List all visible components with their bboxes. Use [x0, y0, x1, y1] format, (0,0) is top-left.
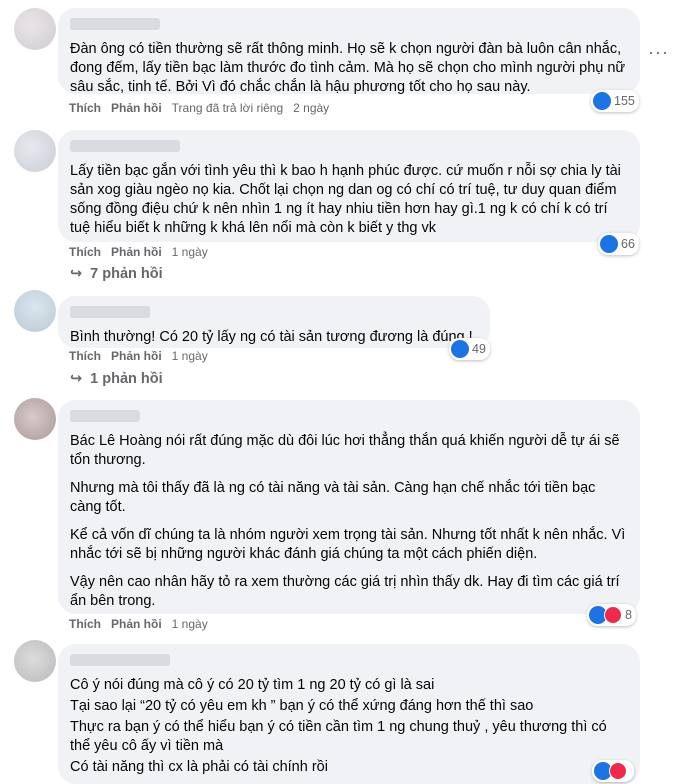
- avatar[interactable]: [14, 640, 56, 682]
- reaction-summary[interactable]: 66: [598, 233, 639, 255]
- like-button[interactable]: Thích: [69, 245, 101, 259]
- comment-actions: Thích Phản hồi Trang đã trả lời riêng 2 …: [69, 101, 329, 115]
- reaction-count: 8: [625, 608, 632, 622]
- avatar[interactable]: [14, 8, 56, 50]
- heart-icon: [604, 606, 622, 624]
- comment-text: Bác Lê Hoàng nói rất đúng mặc dù đôi lúc…: [70, 433, 620, 468]
- commenter-name[interactable]: [70, 410, 140, 422]
- private-reply-note: Trang đã trả lời riêng: [171, 101, 284, 115]
- like-button[interactable]: Thích: [69, 349, 101, 363]
- reply-button[interactable]: Phản hồi: [111, 245, 162, 259]
- timestamp[interactable]: 1 ngày: [172, 617, 208, 631]
- reaction-count: 66: [621, 237, 635, 251]
- comment-text: Bình thường! Có 20 tỷ lấy ng có tài sản …: [70, 329, 473, 345]
- like-icon: [600, 235, 618, 253]
- timestamp[interactable]: 1 ngày: [172, 245, 208, 259]
- comment-text: Kể cả vốn dĩ chúng ta là nhóm người xem …: [70, 527, 626, 562]
- comment-text: Đàn ông có tiền thường sẽ rất thông minh…: [70, 41, 626, 95]
- comment-text: Thực ra bạn ý có thể hiểu bạn ý có tiền …: [70, 719, 607, 754]
- comment-bubble: Cô ý nói đúng mà cô ý có 20 tỷ tìm 1 ng …: [58, 644, 640, 784]
- comment-text: Tại sao lại “20 tỷ có yêu em kh ” bạn ý …: [70, 698, 534, 714]
- more-options-icon[interactable]: ···: [648, 42, 668, 62]
- commenter-name[interactable]: [70, 654, 170, 666]
- comment-bubble: Đàn ông có tiền thường sẽ rất thông minh…: [58, 8, 640, 95]
- reply-button[interactable]: Phản hồi: [111, 617, 162, 631]
- heart-icon: [609, 762, 627, 780]
- reply-arrow-icon: ↪: [70, 371, 83, 387]
- reaction-summary[interactable]: [592, 760, 634, 782]
- view-replies-link[interactable]: ↪ 7 phản hồi: [70, 266, 163, 282]
- replies-count-label: 1 phản hồi: [90, 371, 163, 387]
- commenter-name[interactable]: [70, 306, 150, 318]
- view-replies-link[interactable]: ↪ 1 phản hồi: [70, 371, 163, 387]
- avatar[interactable]: [14, 290, 56, 332]
- reaction-summary[interactable]: 155: [591, 90, 639, 112]
- comment-bubble: Lấy tiền bạc gắn với tình yêu thì k bao …: [58, 130, 640, 242]
- reaction-count: 49: [472, 342, 486, 356]
- commenter-name[interactable]: [70, 18, 160, 30]
- like-icon: [593, 92, 611, 110]
- reaction-count: 155: [614, 94, 635, 108]
- comment-actions: Thích Phản hồi 1 ngày: [69, 617, 208, 631]
- replies-count-label: 7 phản hồi: [90, 266, 163, 282]
- like-button[interactable]: Thích: [69, 101, 101, 115]
- reaction-summary[interactable]: 8: [587, 604, 636, 626]
- reply-button[interactable]: Phản hồi: [111, 101, 162, 115]
- comment-actions: Thích Phản hồi 1 ngày: [69, 245, 208, 259]
- comment-bubble: Bác Lê Hoàng nói rất đúng mặc dù đôi lúc…: [58, 400, 640, 614]
- reply-button[interactable]: Phản hồi: [111, 349, 162, 363]
- like-button[interactable]: Thích: [69, 617, 101, 631]
- reply-arrow-icon: ↪: [70, 266, 83, 282]
- timestamp[interactable]: 2 ngày: [293, 101, 329, 115]
- comment-actions: Thích Phản hồi 1 ngày: [69, 349, 208, 363]
- comment-text: Cô ý nói đúng mà cô ý có 20 tỷ tìm 1 ng …: [70, 677, 435, 693]
- avatar[interactable]: [14, 130, 56, 172]
- comment-bubble: Bình thường! Có 20 tỷ lấy ng có tài sản …: [58, 296, 490, 348]
- reaction-summary[interactable]: 49: [449, 338, 490, 360]
- like-icon: [451, 340, 469, 358]
- comment-text: Vậy nên cao nhân hãy tỏ ra xem thường cá…: [70, 574, 620, 609]
- commenter-name[interactable]: [70, 140, 180, 152]
- comment-text: Lấy tiền bạc gắn với tình yêu thì k bao …: [70, 163, 621, 236]
- comment-text: Có tài năng thì cx là phải có tài chính …: [70, 759, 328, 775]
- avatar[interactable]: [14, 398, 56, 440]
- timestamp[interactable]: 1 ngày: [172, 349, 208, 363]
- comment-text: Nhưng mà tôi thấy đã là ng có tài năng v…: [70, 480, 596, 515]
